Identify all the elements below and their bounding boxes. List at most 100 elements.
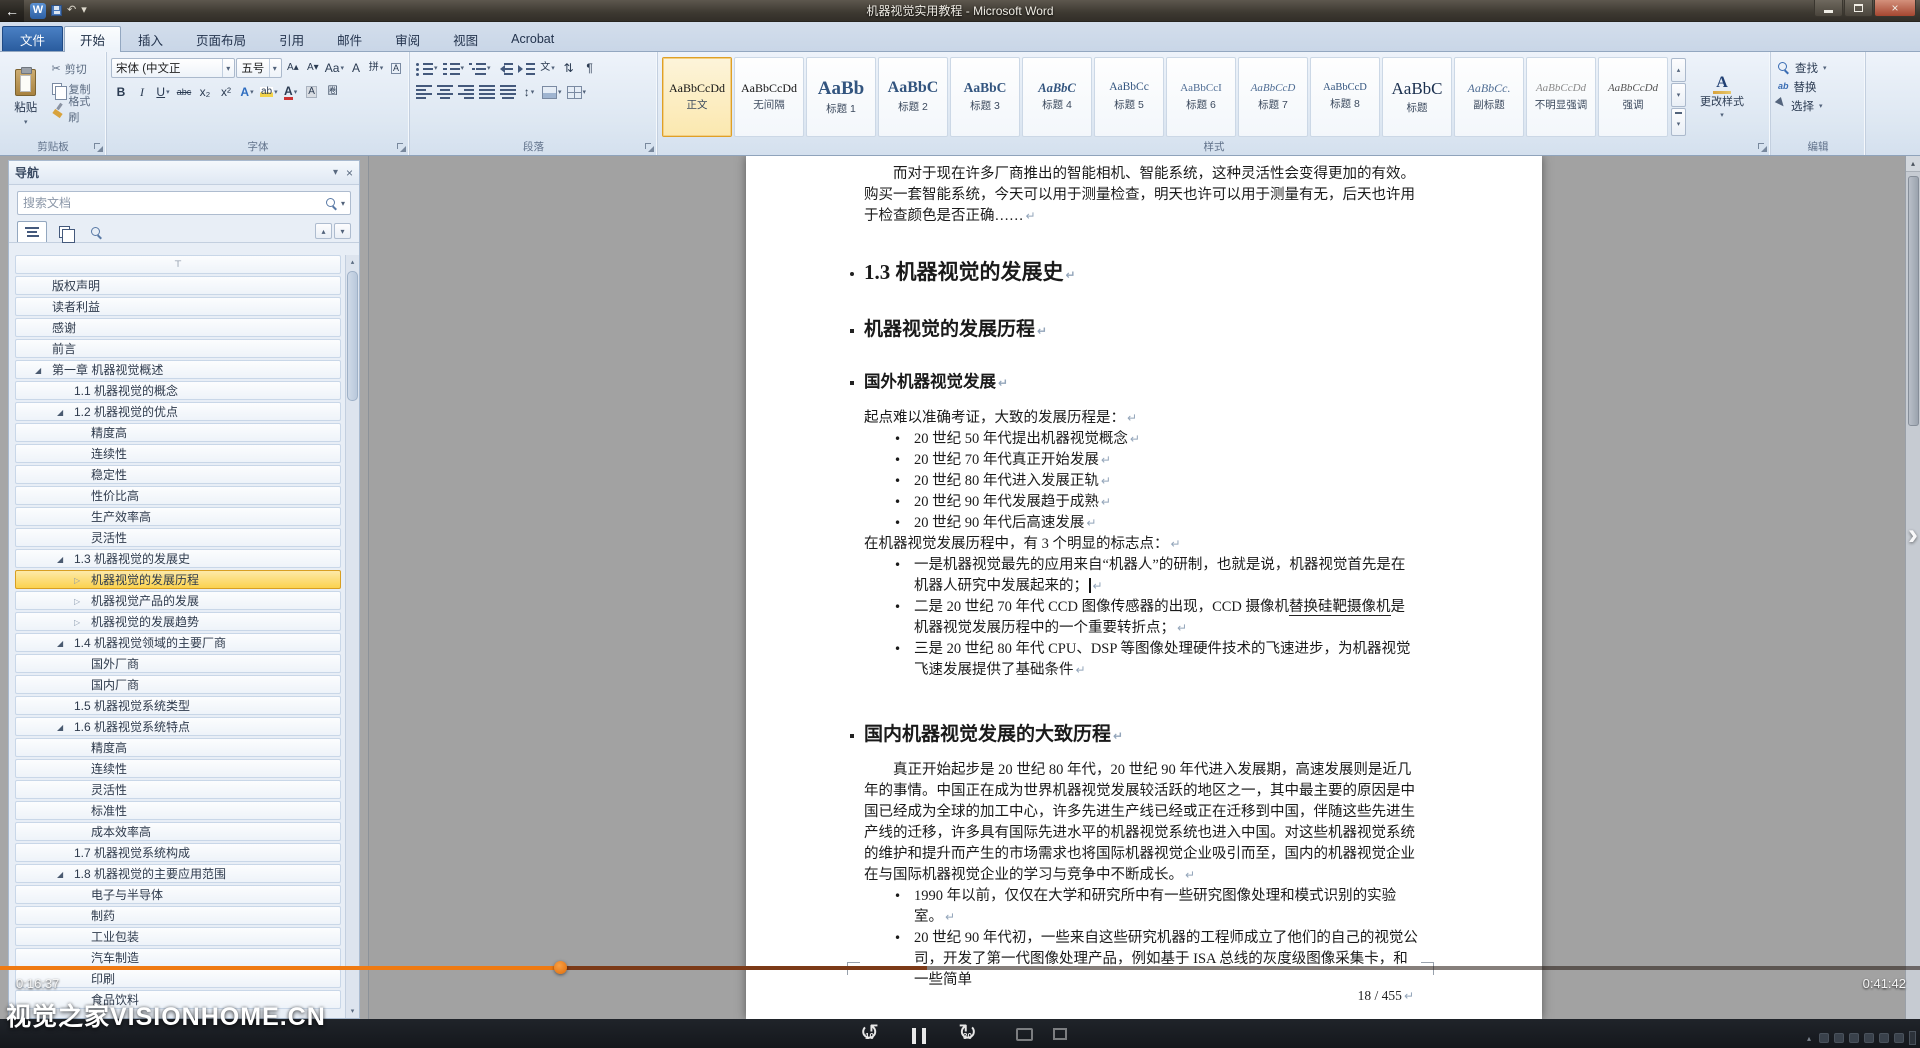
nav-item[interactable]: ▷机器视觉的发展历程 bbox=[15, 570, 341, 589]
word-logo-icon[interactable]: W bbox=[30, 3, 46, 19]
multilevel-list-icon[interactable]: ▾ bbox=[467, 58, 493, 79]
font-color-icon[interactable]: A▾ bbox=[281, 82, 301, 103]
nav-item[interactable]: 成本效率高 bbox=[15, 822, 341, 841]
qat-dropdown-icon[interactable]: ▾ bbox=[81, 5, 87, 16]
undo-icon[interactable]: ↶ bbox=[67, 5, 76, 16]
nav-item[interactable]: 读者利益 bbox=[15, 297, 341, 316]
nav-scroll-thumb[interactable] bbox=[347, 271, 358, 401]
enclose-character-icon[interactable]: 圈 bbox=[323, 82, 343, 103]
tab-browse-headings[interactable] bbox=[17, 221, 47, 242]
borders-icon[interactable]: ▾ bbox=[565, 82, 589, 103]
underline-icon[interactable]: U▾ bbox=[153, 82, 173, 103]
increase-indent-icon[interactable] bbox=[516, 58, 537, 79]
close-button[interactable]: × bbox=[1874, 0, 1916, 17]
minimize-button[interactable] bbox=[1814, 0, 1843, 17]
tab-browse-pages[interactable] bbox=[49, 221, 79, 242]
select-button[interactable]: 选择▾ bbox=[1775, 96, 1862, 115]
replace-button[interactable]: ab替换 bbox=[1775, 77, 1862, 96]
video-timeline[interactable] bbox=[0, 966, 1920, 970]
collapse-icon[interactable]: ◢ bbox=[57, 639, 63, 648]
clear-formatting-icon[interactable]: A bbox=[346, 58, 366, 79]
save-icon[interactable] bbox=[51, 5, 62, 16]
search-dropdown-icon[interactable]: ▾ bbox=[341, 199, 345, 208]
nav-item[interactable]: ◢1.4 机器视觉领域的主要厂商 bbox=[15, 633, 341, 652]
text-effects-icon[interactable]: A▾ bbox=[237, 82, 257, 103]
tab-审阅[interactable]: 审阅 bbox=[379, 26, 436, 51]
nav-item[interactable]: 连续性 bbox=[15, 444, 341, 463]
find-button[interactable]: 查找▾ bbox=[1775, 58, 1862, 77]
asian-layout-icon[interactable]: 文▾ bbox=[538, 58, 558, 79]
nav-item[interactable]: 制药 bbox=[15, 906, 341, 925]
style-不明显强调[interactable]: AaBbCcDd不明显强调 bbox=[1526, 57, 1596, 137]
gallery-up-button[interactable]: ▴ bbox=[1671, 58, 1686, 82]
expand-icon[interactable]: ▷ bbox=[74, 576, 80, 585]
doc-bullet[interactable]: •20 世纪 70 年代真正开始发展↵ bbox=[864, 450, 1418, 471]
superscript-icon[interactable]: x² bbox=[216, 82, 236, 103]
shading-icon[interactable]: ▾ bbox=[540, 82, 564, 103]
grow-font-icon[interactable]: A▴ bbox=[283, 58, 303, 79]
style-标题 1[interactable]: AaBb标题 1 bbox=[806, 57, 876, 137]
doc-body[interactable]: 在机器视觉发展历程中，有 3 个明显的标志点：↵ bbox=[864, 534, 1418, 555]
character-border-icon[interactable]: A bbox=[386, 58, 406, 79]
tray-icon[interactable] bbox=[1879, 1033, 1889, 1043]
style-标题 5[interactable]: AaBbCc标题 5 bbox=[1094, 57, 1164, 137]
strikethrough-icon[interactable]: abc bbox=[174, 82, 194, 103]
nav-item[interactable]: ◢1.3 机器视觉的发展史 bbox=[15, 549, 341, 568]
tab-邮件[interactable]: 邮件 bbox=[321, 26, 378, 51]
doc-h2[interactable]: 国内机器视觉发展的大致历程↵ bbox=[864, 723, 1418, 748]
tray-overflow-icon[interactable]: ▴ bbox=[1807, 1034, 1811, 1043]
tray-icon[interactable] bbox=[1834, 1033, 1844, 1043]
style-标题 8[interactable]: AaBbCcD标题 8 bbox=[1310, 57, 1380, 137]
pinyin-guide-icon[interactable]: 拼▾ bbox=[366, 58, 386, 79]
nav-item[interactable]: ◢第一章 机器视觉概述 bbox=[15, 360, 341, 379]
doc-bullet[interactable]: •20 世纪 90 年代后高速发展↵ bbox=[864, 513, 1418, 534]
doc-bullet[interactable]: •1990 年以前，仅仅在大学和研究所中有一些研究图像处理和模式识别的实验室。↵ bbox=[864, 886, 1418, 928]
styles-dialog-launcher[interactable] bbox=[1757, 142, 1768, 153]
shrink-font-icon[interactable]: A▾ bbox=[303, 58, 323, 79]
nav-menu-icon[interactable]: ▾ bbox=[333, 167, 338, 178]
highlight-icon[interactable]: ab▾ bbox=[258, 82, 280, 103]
doc-scroll-up-icon[interactable]: ▴ bbox=[1906, 156, 1920, 172]
nav-item[interactable]: 1.5 机器视觉系统类型 bbox=[15, 696, 341, 715]
doc-h3[interactable]: 国外机器视觉发展↵ bbox=[864, 371, 1418, 394]
nav-item[interactable]: 工业包装 bbox=[15, 927, 341, 946]
paragraph-dialog-launcher[interactable] bbox=[644, 142, 655, 153]
collapse-icon[interactable]: ◢ bbox=[57, 870, 63, 879]
doc-bullet[interactable]: •20 世纪 90 年代初，一些来自这些研究机器的工程师成立了他们的自己的视觉公… bbox=[864, 928, 1418, 991]
numbered-list-icon[interactable]: ▾ bbox=[441, 58, 467, 79]
nav-item-top[interactable]: ⊤ bbox=[15, 255, 341, 274]
char-shading-icon[interactable]: A bbox=[302, 82, 322, 103]
align-center-icon[interactable] bbox=[435, 82, 455, 103]
sort-icon[interactable]: ⇅ bbox=[559, 58, 579, 79]
nav-item[interactable]: 国内厂商 bbox=[15, 675, 341, 694]
gallery-more-button[interactable]: ▾ bbox=[1671, 108, 1686, 136]
justify-icon[interactable] bbox=[477, 82, 497, 103]
collapse-icon[interactable]: ◢ bbox=[57, 723, 63, 732]
nav-item[interactable]: 印刷 bbox=[15, 969, 341, 988]
tab-开始[interactable]: 开始 bbox=[64, 26, 121, 51]
font-dialog-launcher[interactable] bbox=[396, 142, 407, 153]
search-icon[interactable] bbox=[326, 198, 337, 209]
font-family-combo[interactable]: 宋体 (中文正 ▾ bbox=[111, 58, 235, 78]
decrease-indent-icon[interactable] bbox=[494, 58, 515, 79]
nav-item[interactable]: 精度高 bbox=[15, 738, 341, 757]
nav-item[interactable]: ▷机器视觉产品的发展 bbox=[15, 591, 341, 610]
nav-item[interactable]: 灵活性 bbox=[15, 528, 341, 547]
tab-引用[interactable]: 引用 bbox=[263, 26, 320, 51]
nav-item[interactable]: 汽车制造 bbox=[15, 948, 341, 967]
tray-icon[interactable] bbox=[1894, 1033, 1904, 1043]
font-size-combo[interactable]: 五号 ▾ bbox=[236, 58, 281, 78]
previous-heading-button[interactable]: ▴ bbox=[315, 223, 332, 239]
nav-item[interactable]: 版权声明 bbox=[15, 276, 341, 295]
paragraph-marks-icon[interactable]: ¶ bbox=[580, 58, 600, 79]
paste-button[interactable]: 粘贴 ▾ bbox=[4, 56, 48, 138]
collapse-icon[interactable]: ◢ bbox=[57, 408, 63, 417]
doc-bullet[interactable]: •20 世纪 50 年代提出机器视觉概念↵ bbox=[864, 429, 1418, 450]
tab-视图[interactable]: 视图 bbox=[437, 26, 494, 51]
nav-item[interactable]: 精度高 bbox=[15, 423, 341, 442]
collapse-icon[interactable]: ◢ bbox=[35, 366, 41, 375]
cut-button[interactable]: ✂剪切 bbox=[50, 60, 103, 78]
style-无间隔[interactable]: AaBbCcDd无间隔 bbox=[734, 57, 804, 137]
back-button[interactable]: ← bbox=[0, 0, 24, 22]
expand-icon[interactable]: ▷ bbox=[74, 618, 80, 627]
